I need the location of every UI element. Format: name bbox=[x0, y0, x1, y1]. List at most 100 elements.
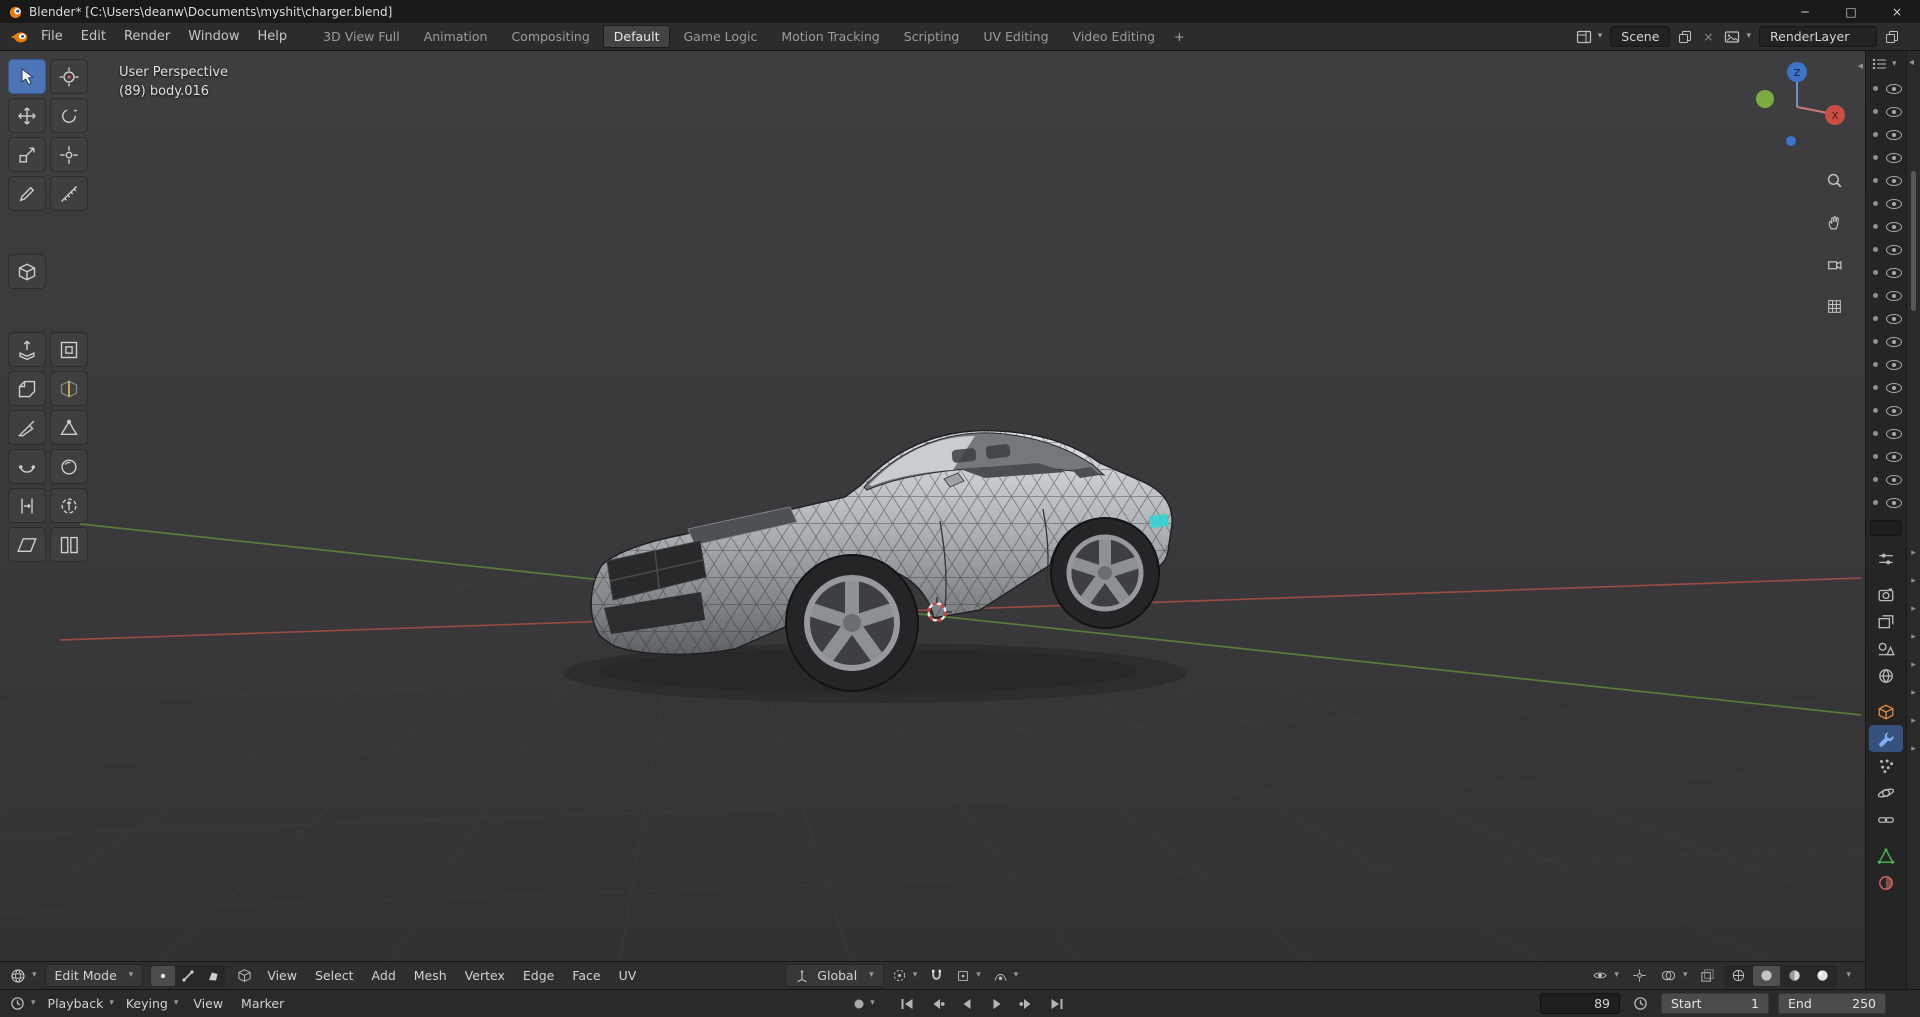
menu-add[interactable]: Add bbox=[365, 965, 403, 986]
scrollbar-thumb[interactable] bbox=[1911, 171, 1916, 311]
panel-expand-arrow[interactable]: ▸ bbox=[1911, 604, 1916, 614]
properties-tab-object[interactable] bbox=[1869, 698, 1903, 725]
pan-button[interactable] bbox=[1819, 207, 1849, 237]
editor-type-button[interactable]: ▾ bbox=[6, 966, 41, 986]
menu-view[interactable]: View bbox=[260, 965, 304, 986]
gizmos-toggle[interactable] bbox=[1628, 966, 1651, 985]
navigation-gizmo[interactable]: Z X bbox=[1747, 57, 1847, 153]
viewport-canvas[interactable] bbox=[0, 51, 1865, 961]
gizmo-minus-z-axis[interactable] bbox=[1786, 136, 1796, 146]
outliner-row[interactable] bbox=[1866, 192, 1906, 215]
outliner-row[interactable] bbox=[1866, 169, 1906, 192]
visibility-dropdown[interactable]: ▾ bbox=[1588, 966, 1623, 985]
layout-tab-compositing[interactable]: Compositing bbox=[500, 25, 600, 48]
outliner-row[interactable] bbox=[1866, 468, 1906, 491]
rip-region-tool-button[interactable] bbox=[50, 527, 88, 562]
visibility-eye-icon[interactable] bbox=[1886, 107, 1902, 117]
layout-tab-uv-editing[interactable]: UV Editing bbox=[972, 25, 1059, 48]
playback-menu[interactable]: Playback ▾ bbox=[44, 994, 118, 1013]
properties-tab-modifiers[interactable] bbox=[1869, 725, 1903, 752]
menu-vertex[interactable]: Vertex bbox=[458, 965, 512, 986]
car-model[interactable] bbox=[563, 431, 1187, 703]
visibility-eye-icon[interactable] bbox=[1886, 245, 1902, 255]
menu-face[interactable]: Face bbox=[565, 965, 607, 986]
visibility-eye-icon[interactable] bbox=[1886, 314, 1902, 324]
outliner-row[interactable] bbox=[1866, 261, 1906, 284]
shading-rendered-button[interactable] bbox=[1809, 966, 1836, 986]
panel-expand-arrow[interactable]: ▸ bbox=[1911, 660, 1916, 670]
shading-wireframe-button[interactable] bbox=[1725, 966, 1752, 986]
minimize-button[interactable]: ─ bbox=[1782, 0, 1828, 23]
visibility-eye-icon[interactable] bbox=[1886, 176, 1902, 186]
scene-unlink-button[interactable]: × bbox=[1700, 28, 1716, 46]
properties-tab-material[interactable] bbox=[1869, 869, 1903, 896]
edge-slide-tool-button[interactable] bbox=[8, 488, 46, 523]
region-expand-arrow[interactable]: ◂ bbox=[1909, 57, 1914, 68]
previous-keyframe-button[interactable] bbox=[923, 994, 950, 1014]
panel-expand-arrow[interactable]: ▸ bbox=[1911, 548, 1916, 558]
timeline-marker-menu[interactable]: Marker bbox=[234, 993, 291, 1014]
panel-expand-arrow[interactable]: ▸ bbox=[1911, 688, 1916, 698]
close-button[interactable]: × bbox=[1874, 0, 1920, 23]
panel-expand-arrow[interactable]: ▸ bbox=[1911, 632, 1916, 642]
shrink-fatten-tool-button[interactable] bbox=[50, 488, 88, 523]
poly-build-tool-button[interactable] bbox=[50, 410, 88, 445]
menu-help[interactable]: Help bbox=[249, 25, 297, 48]
menu-file[interactable]: File bbox=[32, 25, 72, 48]
visibility-eye-icon[interactable] bbox=[1886, 429, 1902, 439]
visibility-eye-icon[interactable] bbox=[1886, 498, 1902, 508]
zoom-button[interactable] bbox=[1819, 165, 1849, 195]
outliner-row[interactable] bbox=[1866, 376, 1906, 399]
move-tool-button[interactable] bbox=[8, 98, 46, 133]
measure-tool-button[interactable] bbox=[50, 176, 88, 211]
menu-edit[interactable]: Edit bbox=[72, 25, 115, 48]
menu-edge[interactable]: Edge bbox=[516, 965, 561, 986]
annotate-tool-button[interactable] bbox=[8, 176, 46, 211]
render-layer-copies-button[interactable] bbox=[1882, 28, 1902, 46]
properties-tab-object-data[interactable] bbox=[1869, 842, 1903, 869]
outliner-row[interactable] bbox=[1866, 146, 1906, 169]
menu-select[interactable]: Select bbox=[308, 965, 361, 986]
layout-tab-motion-tracking[interactable]: Motion Tracking bbox=[770, 25, 890, 48]
visibility-eye-icon[interactable] bbox=[1886, 153, 1902, 163]
use-preview-range-toggle[interactable] bbox=[1629, 994, 1652, 1013]
timeline-view-menu[interactable]: View bbox=[186, 993, 230, 1014]
properties-tab-particles[interactable] bbox=[1869, 752, 1903, 779]
current-frame-field[interactable]: 89 bbox=[1540, 993, 1620, 1014]
outliner-display-mode-dropdown[interactable]: ▾ bbox=[1866, 51, 1906, 77]
jump-to-end-button[interactable] bbox=[1043, 994, 1070, 1014]
shading-material-button[interactable] bbox=[1781, 966, 1808, 986]
properties-tab-render-layers[interactable] bbox=[1869, 608, 1903, 635]
layout-tab-default[interactable]: Default bbox=[603, 25, 671, 48]
menu-render[interactable]: Render bbox=[115, 25, 179, 48]
visibility-eye-icon[interactable] bbox=[1886, 383, 1902, 393]
visibility-eye-icon[interactable] bbox=[1886, 360, 1902, 370]
rotate-tool-button[interactable] bbox=[50, 98, 88, 133]
layout-tab-animation[interactable]: Animation bbox=[413, 25, 499, 48]
knife-tool-button[interactable] bbox=[8, 410, 46, 445]
properties-tab-tool[interactable] bbox=[1869, 545, 1903, 572]
outliner-row[interactable] bbox=[1866, 307, 1906, 330]
gizmo-y-axis[interactable] bbox=[1756, 90, 1774, 108]
inset-faces-tool-button[interactable] bbox=[50, 332, 88, 367]
titlebar[interactable]: Blender* [C:\Users\deanw\Documents\myshi… bbox=[0, 0, 1920, 23]
layout-tab-video-editing[interactable]: Video Editing bbox=[1062, 25, 1167, 48]
layout-tab-scripting[interactable]: Scripting bbox=[893, 25, 971, 48]
outliner-row[interactable] bbox=[1866, 491, 1906, 514]
pivot-point-dropdown[interactable]: ▾ bbox=[888, 966, 922, 985]
outliner-row[interactable] bbox=[1866, 353, 1906, 376]
cursor-tool-button[interactable] bbox=[50, 59, 88, 94]
viewport-3d[interactable]: User Perspective (89) body.016 Z X bbox=[0, 51, 1865, 961]
play-reverse-button[interactable] bbox=[953, 994, 980, 1014]
outliner-row[interactable] bbox=[1866, 238, 1906, 261]
menu-uv[interactable]: UV bbox=[612, 965, 644, 986]
frame-start-field[interactable]: Start 1 bbox=[1661, 993, 1769, 1014]
visibility-eye-icon[interactable] bbox=[1886, 130, 1902, 140]
add-layout-tab-button[interactable]: + bbox=[1166, 26, 1192, 47]
properties-tab-scene[interactable] bbox=[1869, 635, 1903, 662]
visibility-eye-icon[interactable] bbox=[1886, 268, 1902, 278]
menu-mesh[interactable]: Mesh bbox=[407, 965, 454, 986]
outliner-row[interactable] bbox=[1866, 215, 1906, 238]
panel-expand-arrow[interactable]: ▸ bbox=[1911, 716, 1916, 726]
occlude-geometry-toggle[interactable] bbox=[233, 966, 256, 985]
